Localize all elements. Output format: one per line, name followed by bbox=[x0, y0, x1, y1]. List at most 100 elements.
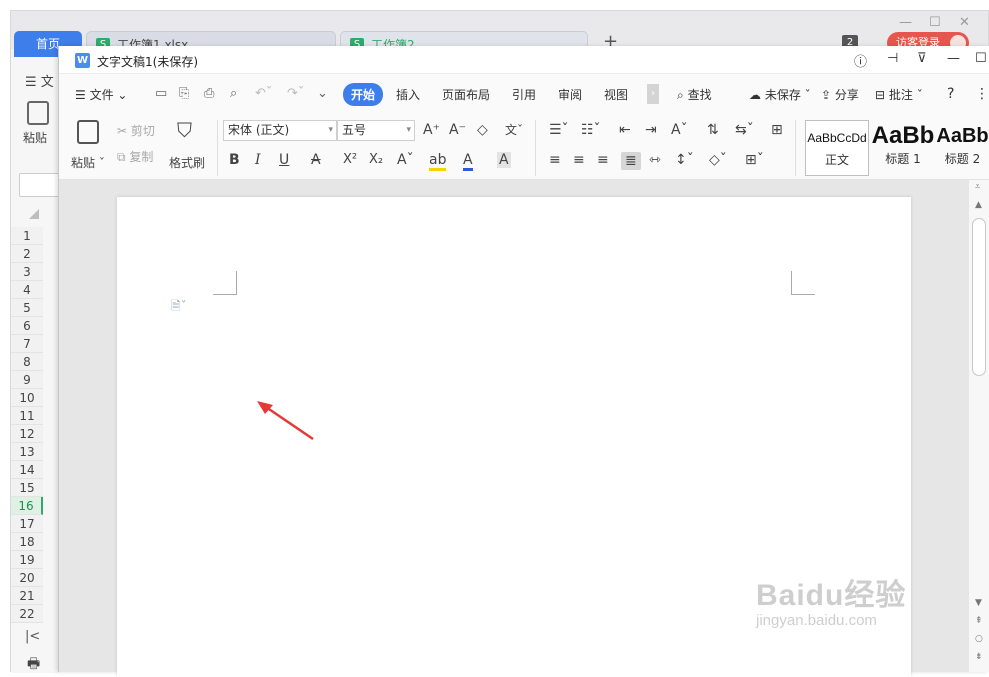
minimize-icon[interactable]: — bbox=[899, 15, 912, 30]
row-header[interactable]: 2 bbox=[11, 245, 43, 263]
bullet-list-icon[interactable]: ☰ˇ bbox=[549, 122, 569, 138]
save-icon[interactable]: ▭ bbox=[155, 86, 167, 101]
row-header[interactable]: 18 bbox=[11, 533, 43, 551]
more-icon[interactable]: ⋮ bbox=[975, 86, 989, 102]
superscript-button[interactable]: X² bbox=[343, 152, 357, 168]
next-page-icon[interactable]: ⇟ bbox=[975, 652, 983, 662]
line-spacing-toggle-icon[interactable]: ⇆ˇ bbox=[735, 122, 754, 138]
export-pdf-icon[interactable]: ⎘ bbox=[179, 86, 189, 101]
minimize-icon[interactable]: — bbox=[947, 51, 960, 66]
row-header[interactable]: 5 bbox=[11, 299, 43, 317]
close-icon[interactable]: ✕ bbox=[959, 15, 970, 30]
font-size-select[interactable]: 五号 ▾ bbox=[337, 120, 415, 141]
unsaved-cloud-button[interactable]: ☁ 未保存 ˇ bbox=[749, 86, 811, 103]
select-browse-object-icon[interactable]: ○ bbox=[975, 634, 983, 644]
paste-icon[interactable] bbox=[77, 120, 99, 144]
previous-page-icon[interactable]: ⇞ bbox=[975, 616, 983, 626]
char-shading-icon[interactable]: A bbox=[497, 152, 511, 168]
scrollbar-thumb[interactable] bbox=[972, 218, 986, 376]
align-left-icon[interactable]: ≡ bbox=[549, 152, 561, 168]
row-header[interactable]: 20 bbox=[11, 569, 43, 587]
maximize-icon[interactable]: ☐ bbox=[975, 51, 987, 66]
row-header[interactable]: 3 bbox=[11, 263, 43, 281]
file-menu[interactable]: ☰ 文件 ⌄ bbox=[75, 86, 127, 103]
style-heading-2[interactable]: AaBb 标题 2 bbox=[935, 120, 989, 176]
search-button[interactable]: ⌕ 查找 bbox=[677, 86, 712, 103]
phonetic-guide-icon[interactable]: 文ˇ bbox=[505, 122, 523, 138]
copy-button[interactable]: ⧉ 复制 bbox=[117, 148, 153, 165]
show-marks-icon[interactable]: ⊞ bbox=[771, 122, 783, 138]
more-tabs-icon[interactable]: › bbox=[647, 84, 659, 104]
row-header[interactable]: 21 bbox=[11, 587, 43, 605]
row-header[interactable]: 7 bbox=[11, 335, 43, 353]
underline-button[interactable]: U bbox=[279, 152, 289, 168]
pin-icon[interactable]: ⊣ bbox=[887, 51, 898, 66]
vertical-scrollbar[interactable]: ⩡ ▲ ▼ ⇞ ○ ⇟ bbox=[969, 180, 989, 672]
align-center-icon[interactable]: ≡ bbox=[573, 152, 585, 168]
undo-icon[interactable]: ↶ˇ bbox=[255, 86, 272, 101]
text-direction-icon[interactable]: Aˇ bbox=[671, 122, 688, 138]
row-header[interactable]: 9 bbox=[11, 371, 43, 389]
bold-button[interactable]: B bbox=[229, 152, 240, 168]
italic-button[interactable]: I bbox=[255, 152, 261, 168]
row-header[interactable]: 15 bbox=[11, 479, 43, 497]
cut-button[interactable]: ✂ 剪切 bbox=[117, 122, 155, 139]
distribute-icon[interactable]: ⇿ bbox=[649, 152, 661, 168]
font-color-icon[interactable]: A bbox=[463, 152, 473, 171]
row-header[interactable]: 11 bbox=[11, 407, 43, 425]
grow-font-icon[interactable]: A⁺ bbox=[423, 122, 440, 138]
select-all-corner[interactable] bbox=[29, 209, 39, 219]
style-heading-1[interactable]: AaBb 标题 1 bbox=[871, 120, 935, 176]
sort-icon[interactable]: ⇅ bbox=[707, 122, 719, 138]
paste-icon[interactable] bbox=[27, 101, 49, 125]
tab-page-layout[interactable]: 页面布局 bbox=[442, 86, 490, 103]
row-header[interactable]: 1 bbox=[11, 227, 43, 245]
shading-icon[interactable]: ◇ˇ bbox=[709, 152, 727, 168]
tab-insert[interactable]: 插入 bbox=[396, 86, 420, 103]
scroll-up-icon[interactable]: ▲ bbox=[975, 200, 982, 210]
row-header[interactable]: 17 bbox=[11, 515, 43, 533]
decrease-indent-icon[interactable]: ⇤ bbox=[619, 122, 631, 138]
line-spacing-icon[interactable]: ↕ˇ bbox=[675, 152, 694, 168]
row-header[interactable]: 12 bbox=[11, 425, 43, 443]
comment-button[interactable]: ⊟ 批注 ˇ bbox=[875, 86, 923, 103]
menu-icon[interactable]: ☰ 文 bbox=[25, 71, 54, 90]
tab-references[interactable]: 引用 bbox=[512, 86, 536, 103]
align-right-icon[interactable]: ≡ bbox=[597, 152, 609, 168]
sheet-settings-icon[interactable]: 🖶 bbox=[27, 653, 40, 677]
help-button[interactable]: ? bbox=[947, 86, 954, 102]
maximize-icon[interactable]: ☐ bbox=[929, 15, 941, 30]
info-icon[interactable]: ⓘ bbox=[854, 51, 867, 70]
row-header[interactable]: 13 bbox=[11, 443, 43, 461]
tab-review[interactable]: 审阅 bbox=[558, 86, 582, 103]
print-icon[interactable]: ⎙ bbox=[204, 86, 214, 101]
numbered-list-icon[interactable]: ☷ˇ bbox=[581, 122, 601, 138]
paragraph-layout-icon[interactable]: 🗎ˇ bbox=[171, 297, 187, 318]
font-name-select[interactable]: 宋体 (正文) ▾ bbox=[223, 120, 337, 141]
row-header[interactable]: 14 bbox=[11, 461, 43, 479]
redo-icon[interactable]: ↷ˇ bbox=[287, 86, 304, 101]
tab-view[interactable]: 视图 bbox=[604, 86, 628, 103]
highlight-icon[interactable]: ab bbox=[429, 152, 447, 171]
paste-button[interactable]: 粘贴 ˇ bbox=[71, 154, 105, 171]
row-header[interactable]: 8 bbox=[11, 353, 43, 371]
scroll-top-icon[interactable]: ⩡ bbox=[975, 182, 980, 192]
row-header[interactable]: 4 bbox=[11, 281, 43, 299]
shrink-font-icon[interactable]: A⁻ bbox=[449, 122, 466, 138]
customize-quick-access-icon[interactable]: ⌄ bbox=[317, 86, 328, 101]
share-button[interactable]: ⇪ 分享 bbox=[821, 86, 859, 103]
row-header[interactable]: 16 bbox=[11, 497, 43, 515]
borders-icon[interactable]: ⊞ˇ bbox=[745, 152, 764, 168]
sheet-nav-icon[interactable]: |< bbox=[25, 629, 40, 644]
subscript-button[interactable]: X₂ bbox=[369, 152, 383, 168]
scroll-down-icon[interactable]: ▼ bbox=[975, 598, 982, 608]
clear-format-icon[interactable]: ◇ bbox=[477, 122, 488, 138]
row-header[interactable]: 6 bbox=[11, 317, 43, 335]
strikethrough-icon[interactable]: A bbox=[311, 152, 321, 168]
cell-name-box[interactable] bbox=[19, 173, 63, 197]
feedback-icon[interactable]: ⊽ bbox=[917, 51, 927, 66]
row-header[interactable]: 10 bbox=[11, 389, 43, 407]
increase-indent-icon[interactable]: ⇥ bbox=[645, 122, 657, 138]
justify-icon[interactable]: ≣ bbox=[621, 152, 641, 170]
format-painter-button[interactable]: 格式刷 bbox=[169, 154, 205, 171]
